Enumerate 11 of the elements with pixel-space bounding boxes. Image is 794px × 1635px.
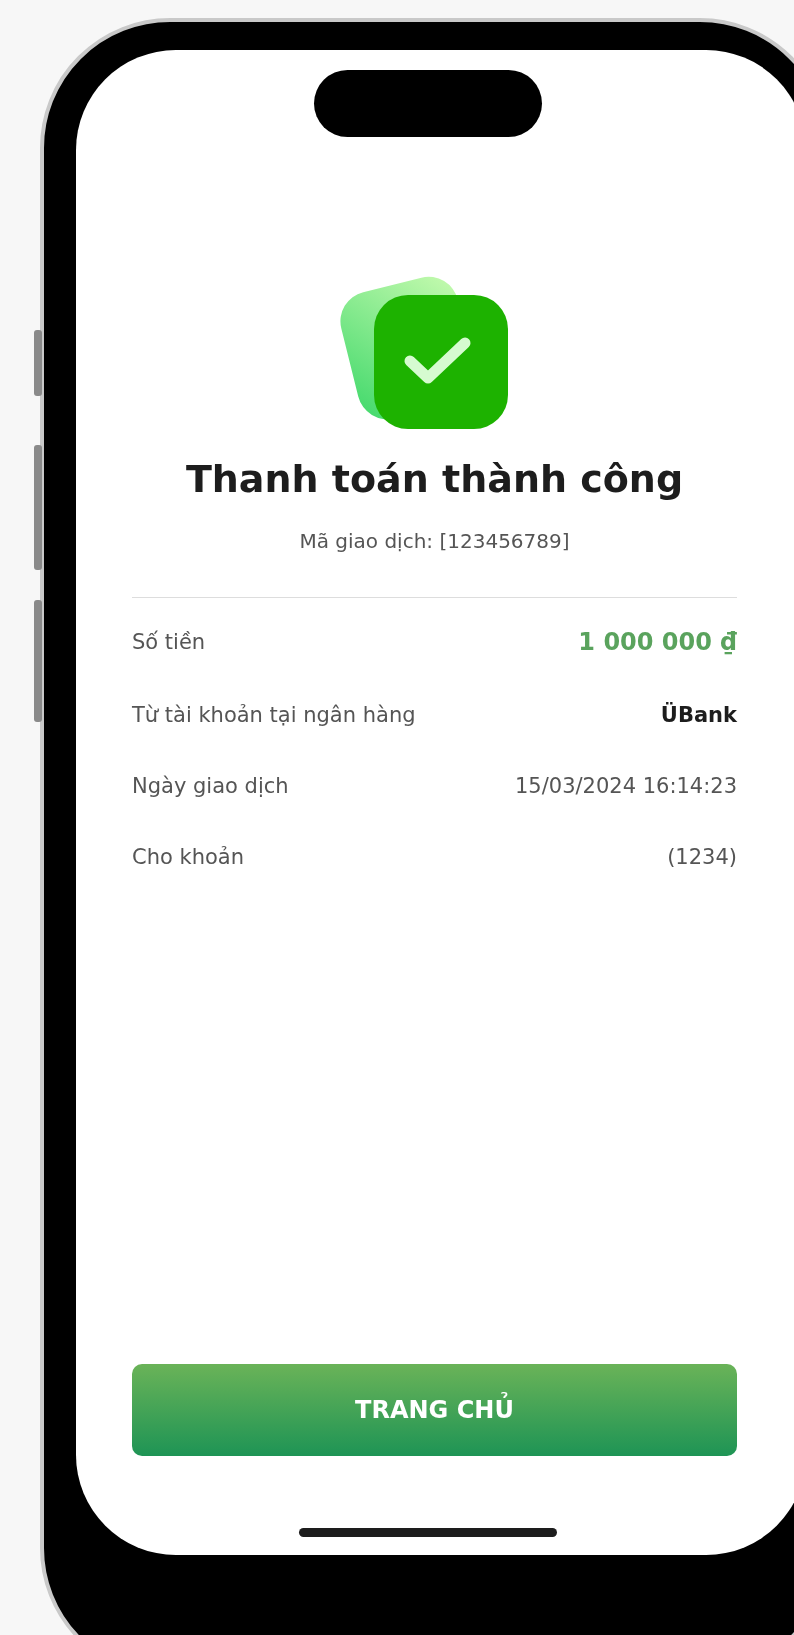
home-button[interactable]: TRANG CHỦ <box>132 1364 737 1456</box>
detail-value: 1 000 000 ₫ <box>578 628 737 656</box>
detail-label: Số tiền <box>132 630 206 654</box>
detail-label: Cho khoản <box>132 845 244 869</box>
detail-label: Ngày giao dịch <box>132 774 289 798</box>
detail-label: Từ tài khoản tại ngân hàng <box>132 703 416 727</box>
detail-value: 15/03/2024 16:14:23 <box>514 774 737 798</box>
detail-value: ÜBank <box>660 703 737 727</box>
transaction-id: Mã giao dịch: [123456789] <box>298 529 571 553</box>
success-title: Thanh toán thành công <box>184 457 685 501</box>
detail-value: (1234) <box>667 845 737 869</box>
